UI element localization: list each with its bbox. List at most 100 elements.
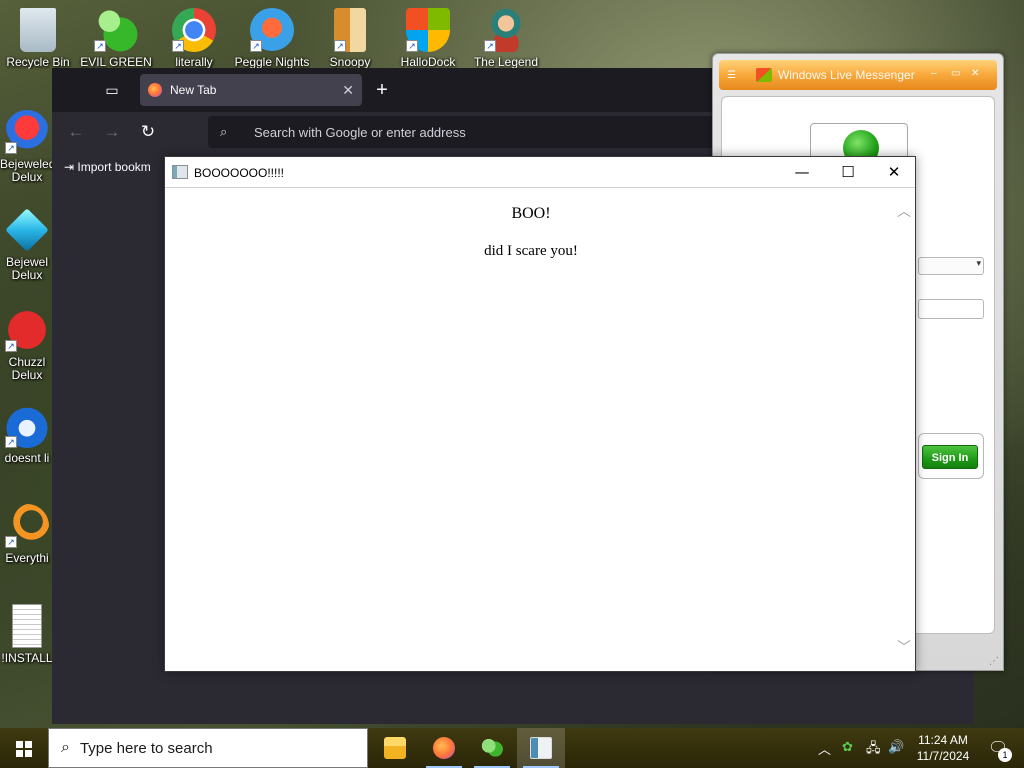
boo-title-bar[interactable]: BOOOOOOO!!!!! — ☐ ✕	[165, 157, 915, 188]
reload-icon[interactable]: ↻	[136, 120, 160, 144]
shortcut-arrow-icon: ↗	[5, 340, 17, 352]
messenger-title: Windows Live Messenger	[777, 68, 915, 82]
shield-icon: ↗	[406, 8, 450, 52]
snoopy-game-icon: ↗	[334, 8, 366, 52]
taskbar-search-box[interactable]: ⌕ Type here to search	[48, 728, 368, 768]
recycle-bin-icon	[20, 8, 56, 52]
app-window-icon	[530, 737, 552, 759]
notification-count-badge: 1	[998, 748, 1012, 762]
list-all-tabs-icon[interactable]: ▭	[100, 78, 124, 102]
windows-logo-icon	[755, 68, 772, 82]
desktop-icon-recycle-bin[interactable]: Recycle Bin	[0, 8, 76, 69]
taskbar: ⌕ Type here to search ︿ ✿ 🖧 🔊 11:24 AM 1…	[0, 728, 1024, 768]
desktop-icon-peggle-nights[interactable]: ↗ Peggle Nights	[234, 8, 310, 69]
text-file-icon	[12, 604, 42, 648]
import-bookmarks-label: Import bookm	[77, 160, 151, 174]
account-dropdown[interactable]: ▾	[918, 257, 984, 275]
peggle-icon: ↗	[250, 8, 294, 52]
password-field[interactable]	[918, 299, 984, 319]
chrome-icon: ↗	[172, 8, 216, 52]
windows-logo-icon	[16, 741, 32, 757]
desktop-icon-literally[interactable]: ↗ literally	[156, 8, 232, 69]
tab-title: New Tab	[170, 83, 217, 97]
clock-date: 11/7/2024	[916, 749, 970, 763]
firefox-favicon-icon	[148, 83, 162, 97]
gem-icon	[5, 208, 49, 252]
shortcut-arrow-icon: ↗	[406, 40, 418, 52]
scroll-up-icon[interactable]: ︿	[897, 201, 911, 221]
taskbar-search-placeholder: Type here to search	[79, 739, 213, 757]
desktop-icon-hallodock[interactable]: ↗ HalloDock	[390, 8, 466, 69]
close-tab-icon[interactable]: ✕	[342, 82, 354, 99]
desktop-icon-label: Chuzzl Delux	[8, 356, 46, 382]
shortcut-arrow-icon: ↗	[334, 40, 346, 52]
boo-window-title: BOOOOOOO!!!!!	[194, 166, 285, 180]
desktop-icon-doesnt[interactable]: ↗ doesnt li	[0, 404, 54, 465]
desktop-icon-label: Bejeweled Delux	[0, 158, 54, 184]
desktop-icon-everything[interactable]: ↗ Everythi	[0, 504, 54, 565]
boo-content: BOO! did I scare you! ︿ ﹀	[165, 189, 915, 671]
clock[interactable]: 11:24 AM 11/7/2024	[912, 732, 974, 764]
desktop-icon-bejeweled-1[interactable]: ↗ Bejeweled Delux	[0, 110, 54, 184]
taskbar-file-explorer[interactable]	[371, 728, 419, 768]
maximize-button[interactable]: ☐	[825, 157, 871, 188]
back-arrow-icon[interactable]: ←	[64, 120, 88, 144]
shortcut-arrow-icon: ↗	[5, 436, 17, 448]
thunderbird-icon: ↗	[5, 404, 49, 448]
minimize-icon[interactable]: –	[931, 68, 937, 79]
desktop-icon-evil-green[interactable]: ↗ EVIL GREEN	[78, 8, 154, 69]
network-icon[interactable]: 🖧	[866, 739, 881, 761]
boo-message: did I scare you!	[484, 243, 578, 259]
menu-icon[interactable]: ☰	[727, 70, 736, 81]
desktop-icon-install[interactable]: !INSTALL	[0, 604, 54, 665]
desktop-icon-label: !INSTALL	[1, 652, 53, 665]
chevron-up-icon[interactable]: ︿	[818, 739, 831, 758]
shortcut-arrow-icon: ↗	[5, 142, 17, 154]
minimize-button[interactable]: —	[779, 157, 825, 188]
folder-icon	[384, 737, 406, 759]
forward-arrow-icon[interactable]: →	[100, 120, 124, 144]
close-button[interactable]: ✕	[871, 157, 917, 188]
import-bookmarks-button[interactable]: ⇥ Import bookm	[64, 160, 151, 174]
desktop-icon-label: doesnt li	[4, 452, 50, 465]
chevron-down-icon: ▾	[976, 259, 981, 269]
shortcut-arrow-icon: ↗	[5, 536, 17, 548]
shortcut-arrow-icon: ↗	[250, 40, 262, 52]
scroll-down-icon[interactable]: ﹀	[897, 637, 911, 657]
chuzzle-icon: ↗	[5, 308, 49, 352]
close-icon[interactable]: ✕	[971, 68, 979, 79]
messenger-tray-icon[interactable]: ✿	[842, 739, 853, 755]
app-window-icon	[172, 165, 188, 179]
shortcut-arrow-icon: ↗	[94, 40, 106, 52]
character-icon: ↗	[484, 8, 528, 52]
new-tab-button[interactable]: +	[370, 78, 394, 102]
boo-heading: BOO!	[511, 205, 551, 222]
desktop-icon-snoopy[interactable]: ↗ Snoopy	[312, 8, 388, 69]
taskbar-firefox[interactable]	[420, 728, 468, 768]
start-button[interactable]	[0, 728, 48, 768]
taskbar-messenger[interactable]	[468, 728, 516, 768]
firefox-icon	[433, 737, 455, 759]
sign-in-button[interactable]: Sign In	[922, 445, 978, 469]
messenger-buddy-icon: ↗	[94, 8, 138, 52]
search-tool-icon: ↗	[5, 504, 49, 548]
resize-grip-icon[interactable]: ⋰	[989, 656, 999, 667]
clock-time: 11:24 AM	[918, 733, 968, 747]
desktop-icon-label: Everythi	[5, 552, 49, 565]
search-icon: ⌕	[61, 739, 70, 756]
restore-icon[interactable]: ▭	[951, 68, 960, 79]
volume-icon[interactable]: 🔊	[888, 739, 904, 755]
taskbar-boo-app[interactable]	[517, 728, 565, 768]
bejeweled-icon: ↗	[5, 110, 49, 154]
desktop-icon-label: Bejewel Delux	[5, 256, 49, 282]
address-bar-placeholder: Search with Google or enter address	[254, 124, 466, 140]
boo-window: BOOOOOOO!!!!! — ☐ ✕ BOO! did I scare you…	[164, 156, 916, 672]
messenger-title-bar[interactable]: ☰ Windows Live Messenger – ▭ ✕	[719, 60, 997, 90]
desktop-icon-bejeweled-2[interactable]: Bejewel Delux	[0, 208, 54, 282]
shortcut-arrow-icon: ↗	[172, 40, 184, 52]
tab-new-tab[interactable]: New Tab ✕	[140, 74, 362, 106]
desktop-icon-chuzzle[interactable]: ↗ Chuzzl Delux	[0, 308, 54, 382]
import-icon: ⇥	[64, 160, 75, 174]
shortcut-arrow-icon: ↗	[484, 40, 496, 52]
desktop-icon-the-legend[interactable]: ↗ The Legend	[468, 8, 544, 69]
